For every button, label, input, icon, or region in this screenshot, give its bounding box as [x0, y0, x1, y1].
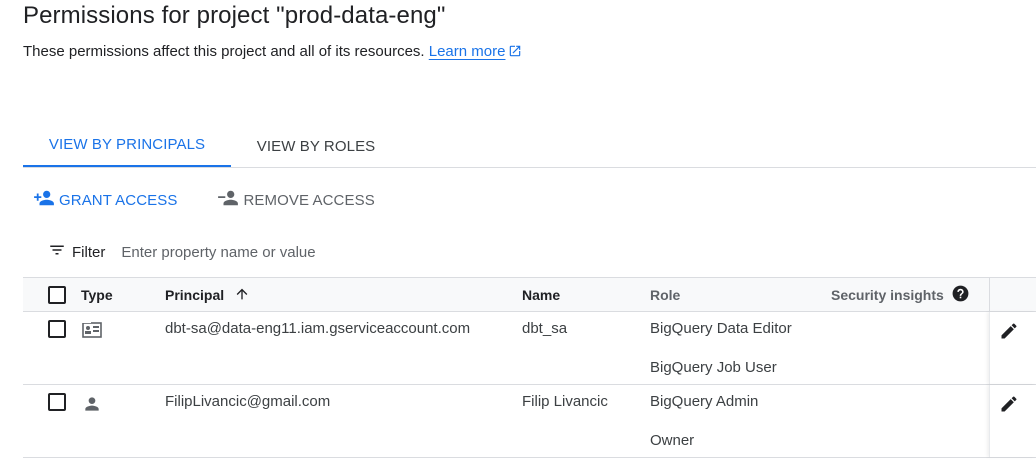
security-insights-label: Security insights	[831, 287, 944, 303]
name-cell: dbt_sa	[522, 320, 568, 337]
role-cell: Owner	[650, 432, 695, 449]
permissions-table: Type Principal Name Role Security insigh…	[23, 277, 1036, 458]
role-cell: BigQuery Job User	[650, 359, 777, 376]
column-header-name[interactable]: Name	[522, 278, 560, 312]
sticky-column-divider	[989, 278, 990, 312]
external-link-icon[interactable]	[508, 44, 522, 62]
page-subtitle: These permissions affect this project an…	[23, 43, 522, 62]
filter-label: Filter	[72, 243, 106, 261]
service-account-icon	[82, 321, 102, 343]
principal-cell: FilipLivancic@gmail.com	[165, 393, 331, 410]
grant-access-button[interactable]: GRANT ACCESS	[33, 189, 177, 211]
learn-more-label: Learn more	[428, 43, 506, 60]
filter-bar: Filter	[48, 240, 522, 264]
tab-view-by-principals[interactable]: VIEW BY PRINCIPALS	[23, 124, 231, 167]
edit-principal-button[interactable]	[999, 394, 1019, 418]
table-header: Type Principal Name Role Security insigh…	[23, 277, 1036, 312]
row-checkbox[interactable]	[48, 320, 66, 338]
principal-cell: dbt-sa@data-eng11.iam.gserviceaccount.co…	[165, 320, 471, 337]
remove-access-label: REMOVE ACCESS	[243, 191, 375, 209]
edit-icon	[1001, 323, 1017, 339]
column-header-security-insights: Security insights	[831, 278, 970, 312]
select-all-cell	[48, 278, 66, 312]
name-cell: Filip Livancic	[522, 393, 608, 410]
subtitle-text: These permissions affect this project an…	[23, 43, 425, 60]
column-header-role[interactable]: Role	[650, 278, 680, 312]
person-icon	[82, 394, 102, 418]
type-cell	[82, 394, 102, 418]
person-add-icon	[33, 189, 59, 211]
tab-view-by-roles[interactable]: VIEW BY ROLES	[243, 124, 389, 168]
principal-header-label: Principal	[165, 287, 225, 303]
select-all-checkbox[interactable]	[48, 286, 66, 304]
remove-access-button[interactable]: REMOVE ACCESS	[217, 189, 375, 211]
role-cell: BigQuery Data Editor	[650, 320, 792, 337]
role-cell: BigQuery Admin	[650, 393, 759, 410]
learn-more-link[interactable]: Learn more	[429, 43, 506, 60]
person-remove-icon	[217, 189, 243, 211]
sort-ascending-icon[interactable]	[234, 286, 250, 305]
help-icon[interactable]	[951, 284, 970, 306]
column-header-principal[interactable]: Principal	[165, 278, 250, 312]
row-select-cell	[48, 320, 66, 338]
row-select-cell	[48, 393, 66, 411]
type-cell	[82, 321, 102, 343]
grant-access-label: GRANT ACCESS	[59, 191, 178, 209]
view-tabs: VIEW BY PRINCIPALS VIEW BY ROLES	[23, 124, 1036, 168]
filter-icon[interactable]	[48, 241, 66, 264]
action-bar: GRANT ACCESS REMOVE ACCESS	[33, 186, 375, 214]
page-title: Permissions for project "prod-data-eng"	[23, 2, 446, 29]
row-checkbox[interactable]	[48, 393, 66, 411]
column-header-type[interactable]: Type	[81, 278, 113, 312]
edit-icon	[1001, 396, 1017, 412]
row-actions-cell	[989, 312, 1036, 384]
row-actions-cell	[989, 385, 1036, 457]
table-row: dbt-sa@data-eng11.iam.gserviceaccount.co…	[23, 312, 1036, 385]
filter-input[interactable]	[121, 243, 522, 261]
edit-principal-button[interactable]	[999, 321, 1019, 345]
table-row: FilipLivancic@gmail.com Filip Livancic B…	[23, 385, 1036, 458]
